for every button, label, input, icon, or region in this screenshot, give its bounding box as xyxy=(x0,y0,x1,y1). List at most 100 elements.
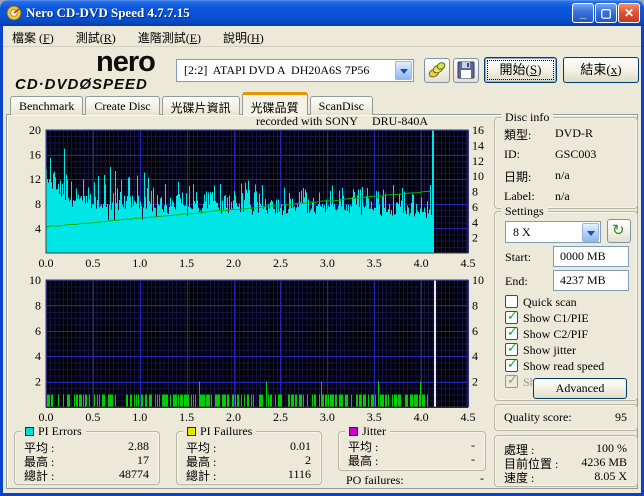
checkbox-show-c1-pie[interactable]: Show C1/PIE xyxy=(505,309,635,325)
speed-selector[interactable]: 8 X xyxy=(505,221,601,243)
settings-caption: Settings xyxy=(501,204,548,219)
svg-text:8: 8 xyxy=(472,298,478,312)
svg-text:20: 20 xyxy=(29,123,41,137)
tab-strip: Benchmark Create Disc 光碟片資訊 光碟品質 ScanDis… xyxy=(10,92,375,115)
checkbox-show-read-speed[interactable]: Show read speed xyxy=(505,357,635,373)
po-failures-value: - xyxy=(480,471,484,485)
svg-text:12: 12 xyxy=(472,154,484,168)
pi-failures-max-value: 2 xyxy=(305,453,311,467)
start-field[interactable]: 0000 MB xyxy=(553,246,629,267)
pi-failures-chart: 10 8 6 4 2 10 8 6 4 2 0.0 0.5 1.0 1.5 2.0 2.5 3.0 3.5 4.0 4… xyxy=(29,273,484,423)
checkbox-icon[interactable] xyxy=(505,357,518,372)
end-label: End: xyxy=(505,274,528,288)
svg-text:4: 4 xyxy=(472,349,478,363)
save-icon xyxy=(457,61,475,79)
maximize-icon[interactable]: ▢ xyxy=(595,3,617,23)
svg-text:6: 6 xyxy=(472,324,478,338)
checkbox-icon xyxy=(505,373,518,388)
tab-scandisc[interactable]: ScanDisc xyxy=(309,96,373,115)
progress-box: 處理 :100 % 目前位置 :4236 MB 速度 :8.05 X xyxy=(494,435,638,487)
svg-text:16: 16 xyxy=(29,148,41,162)
jitter-group-caption: Jitter xyxy=(345,424,390,439)
svg-text:1.0: 1.0 xyxy=(132,410,147,423)
checkbox-icon[interactable] xyxy=(505,325,518,340)
disc-date-value: n/a xyxy=(555,168,570,182)
disc-label-label: Label: xyxy=(504,189,535,203)
svg-text:4: 4 xyxy=(35,349,41,363)
chevron-down-icon[interactable] xyxy=(395,61,412,80)
svg-text:2.5: 2.5 xyxy=(273,410,288,423)
exit-button[interactable]: 結束(x) xyxy=(563,57,639,83)
pi-errors-avg-value: 2.88 xyxy=(128,439,149,453)
svg-text:0.0: 0.0 xyxy=(39,256,54,270)
svg-text:10: 10 xyxy=(472,169,484,183)
menu-advanced-test[interactable]: 進階測試(E) xyxy=(129,26,210,46)
disc-id-value: GSC003 xyxy=(555,147,597,161)
svg-text:6: 6 xyxy=(35,324,41,338)
jitter-max-value: - xyxy=(471,452,475,466)
svg-text:1.5: 1.5 xyxy=(179,410,194,423)
disc-type-value: DVD-R xyxy=(555,126,593,140)
jitter-max-label: 最高 : xyxy=(348,454,379,468)
end-field[interactable]: 4237 MB xyxy=(553,270,629,291)
tab-disc-quality[interactable]: 光碟品質 xyxy=(241,92,308,115)
svg-text:4.5: 4.5 xyxy=(461,410,476,423)
save-button[interactable] xyxy=(453,58,479,83)
close-icon[interactable]: ✕ xyxy=(618,3,640,23)
pi-errors-chart: 201612841614121086420.0 0.5 1.0 1.5 2.0 2.5 3.… xyxy=(29,123,484,270)
options-icon xyxy=(428,62,446,78)
quality-score-value: 95 xyxy=(615,410,627,424)
svg-text:10: 10 xyxy=(29,273,41,287)
window-border-left xyxy=(0,26,3,496)
tab-disc-info[interactable]: 光碟片資訊 xyxy=(161,96,240,115)
pi-failures-group-caption: PI Failures xyxy=(183,424,257,439)
jitter-stats-group: Jitter 平均 :- 最高 :- xyxy=(338,424,486,471)
svg-text:8: 8 xyxy=(472,185,478,199)
svg-text:3.5: 3.5 xyxy=(367,410,382,423)
po-failures-row: PO failures: - xyxy=(346,471,486,487)
pi-failures-avg-value: 0.01 xyxy=(290,439,311,453)
title-bar: Nero CD-DVD Speed 4.7.7.15 _ ▢ ✕ xyxy=(0,0,644,26)
pi-failures-legend-swatch xyxy=(187,427,196,436)
quality-score-box: Quality score: 95 xyxy=(494,404,638,431)
svg-text:2: 2 xyxy=(472,375,478,389)
menu-test[interactable]: 測試(R) xyxy=(67,26,125,46)
quality-score-label: Quality score: xyxy=(504,410,572,424)
svg-text:2: 2 xyxy=(472,231,478,245)
svg-text:4: 4 xyxy=(35,221,41,235)
pi-errors-total-value: 48774 xyxy=(119,467,149,481)
options-button[interactable] xyxy=(424,58,450,83)
refresh-button[interactable]: ↻ xyxy=(607,219,631,243)
jitter-avg-value: - xyxy=(471,438,475,452)
svg-text:8: 8 xyxy=(35,197,41,211)
svg-text:4.5: 4.5 xyxy=(461,256,476,270)
svg-text:4.0: 4.0 xyxy=(414,410,429,423)
tab-benchmark[interactable]: Benchmark xyxy=(10,96,84,115)
checkbox-icon[interactable] xyxy=(505,309,518,324)
menu-bar: 檔案 (F) 測試(R) 進階測試(E) 說明(H) xyxy=(3,26,641,47)
checkbox-icon[interactable] xyxy=(505,341,518,356)
start-button[interactable]: 開始(S) xyxy=(484,57,557,83)
drive-selector[interactable]: [2:2] ATAPI DVD A DH20A6S 7P56 xyxy=(176,59,414,82)
tab-create-disc[interactable]: Create Disc xyxy=(85,96,160,115)
menu-file[interactable]: 檔案 (F) xyxy=(3,26,63,46)
minimize-icon[interactable]: _ xyxy=(572,3,594,23)
svg-text:2.0: 2.0 xyxy=(226,256,241,270)
advanced-button[interactable]: Advanced xyxy=(533,378,627,399)
checkbox-show-jitter[interactable]: Show jitter xyxy=(505,341,635,357)
pi-errors-total-label: 總計 : xyxy=(24,469,55,483)
checkbox-show-c2-pif[interactable]: Show C2/PIF xyxy=(505,325,635,341)
svg-text:4: 4 xyxy=(472,215,478,229)
start-label: Start: xyxy=(505,250,531,264)
checkbox-quick-scan[interactable]: Quick scan xyxy=(505,295,635,309)
checkbox-icon[interactable] xyxy=(505,295,518,308)
disc-type-label: 類型: xyxy=(504,128,532,142)
svg-text:2.0: 2.0 xyxy=(226,410,241,423)
window-title: Nero CD-DVD Speed 4.7.7.15 xyxy=(26,5,190,20)
chevron-down-icon[interactable] xyxy=(582,223,599,242)
speed-selector-value: 8 X xyxy=(513,225,531,239)
disc-date-label: 日期: xyxy=(504,170,532,184)
pi-errors-stats-group: PI Errors 平均 :2.88 最高 :17 總計 :48774 xyxy=(14,424,160,485)
svg-text:0.5: 0.5 xyxy=(85,410,100,423)
menu-help[interactable]: 說明(H) xyxy=(214,26,273,46)
